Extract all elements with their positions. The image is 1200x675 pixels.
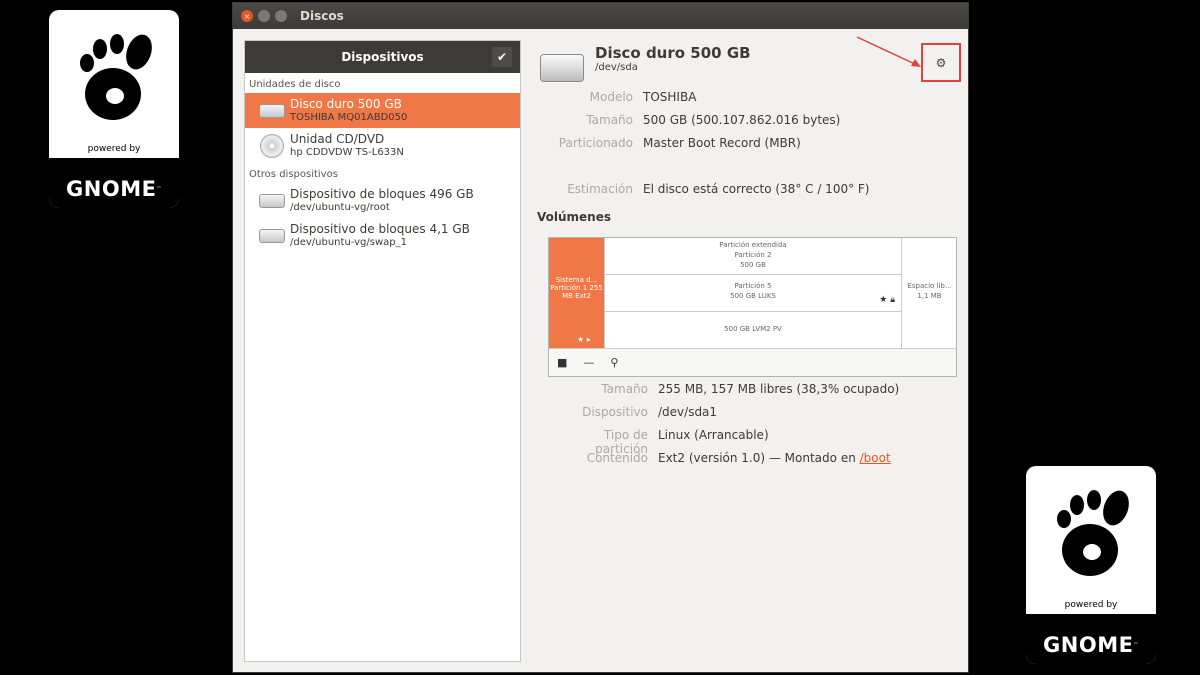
size-value: 500 GB (500.107.862.016 bytes) <box>643 113 841 127</box>
star-icon: ★ ▸ <box>577 335 591 344</box>
device-name: Disco duro 500 GB <box>290 96 402 111</box>
lvm-block[interactable]: 500 GB LVM2 PV <box>604 312 901 348</box>
titlebar: × Discos <box>233 3 968 29</box>
volume-toolbar: ■ — ⚲ <box>549 348 956 376</box>
lock-icon: ★ 🔒︎ <box>879 295 895 305</box>
device-item-block-4-1[interactable]: Dispositivo de bloques 4,1 GB/dev/ubuntu… <box>245 218 520 253</box>
extended-line-2: Partición 2 <box>734 251 772 259</box>
volumes-map: Sistema d... Partición 1 255 MB Ext2 ★ ▸… <box>548 237 957 377</box>
section-other-devices: Otros dispositivos <box>249 169 338 180</box>
hdd-icon <box>540 54 584 82</box>
gnome-foot-icon <box>49 10 179 150</box>
partition-device-value: /dev/sda1 <box>658 405 718 419</box>
maximize-window-button[interactable] <box>275 10 287 22</box>
window-title: Discos <box>300 9 344 23</box>
device-item-hdd-500[interactable]: Disco duro 500 GB TOSHIBA MQ01ABD050 <box>245 93 520 128</box>
powered-by-text: powered by <box>1064 600 1118 610</box>
partition-device-label: Dispositivo <box>582 405 648 419</box>
p5-line-2: 500 GB LUKS <box>730 292 776 300</box>
device-name: Dispositivo de bloques 496 GB <box>290 186 474 201</box>
partitioning-value: Master Boot Record (MBR) <box>643 136 801 150</box>
sidebar-header: Dispositivos ✔ <box>245 41 520 73</box>
model-value: TOSHIBA <box>643 90 697 104</box>
disk-details: Disco duro 500 GB /dev/sda ⚙ Modelo TOSH… <box>533 36 963 662</box>
gnome-foot-icon <box>1026 466 1156 606</box>
model-row: Modelo TOSHIBA <box>533 90 697 104</box>
devices-sidebar: Dispositivos ✔ Unidades de disco Disco d… <box>244 40 521 662</box>
partition-content-row: Contenido Ext2 (versión 1.0) — Montado e… <box>548 451 891 465</box>
check-icon[interactable]: ✔ <box>492 47 512 67</box>
powered-by-text: powered by <box>87 144 141 154</box>
partition-1-label: Sistema d... Partición 1 255 MB Ext2 <box>550 276 603 300</box>
disk-header: Disco duro 500 GB /dev/sda <box>540 44 895 84</box>
device-sub: hp CDDVDW TS-L633N <box>290 146 404 158</box>
gear-icon[interactable]: ⚙ <box>921 43 961 82</box>
gnome-badge: powered by GNOME™ <box>1026 466 1156 664</box>
disks-window: × Discos Dispositivos ✔ Unidades de disc… <box>232 2 969 673</box>
device-sub: /dev/ubuntu-vg/swap_1 <box>290 236 407 248</box>
partition-size-label: Tamaño <box>601 382 648 396</box>
sidebar-title: Dispositivos <box>341 50 424 64</box>
device-name: Unidad CD/DVD <box>290 131 385 146</box>
section-disk-units: Unidades de disco <box>249 79 341 90</box>
model-label: Modelo <box>589 90 633 104</box>
free-line-2: 1,1 MB <box>917 292 942 300</box>
red-arrow-annotation <box>856 36 921 67</box>
free-space-block[interactable]: Espacio lib... 1,1 MB <box>901 238 957 348</box>
disk-title: Disco duro 500 GB <box>595 44 751 62</box>
mount-point-link[interactable]: /boot <box>860 451 891 465</box>
extended-line-1: Partición extendida <box>719 241 787 249</box>
cd-icon <box>257 133 287 159</box>
extended-partition-block[interactable]: Partición extendida Partición 2 500 GB <box>604 238 901 275</box>
partition-content-value: Ext2 (versión 1.0) — Montado en <box>658 451 860 465</box>
partitioning-label: Particionado <box>558 136 633 150</box>
device-sub: /dev/ubuntu-vg/root <box>290 201 390 213</box>
assessment-value: El disco está correcto (38° C / 100° F) <box>643 182 870 196</box>
gnome-wordmark: GNOME™ <box>1026 614 1156 664</box>
p5-line-1: Partición 5 <box>734 282 772 290</box>
size-label: Tamaño <box>586 113 633 127</box>
partitioning-row: Particionado Master Boot Record (MBR) <box>533 136 801 150</box>
device-item-block-496[interactable]: Dispositivo de bloques 496 GB/dev/ubuntu… <box>245 183 520 218</box>
extended-line-3: 500 GB <box>740 261 766 269</box>
gnome-badge: powered by GNOME™ <box>49 10 179 208</box>
gnome-wordmark: GNOME™ <box>49 158 179 208</box>
stop-icon[interactable]: ■ <box>557 356 567 369</box>
size-row: Tamaño 500 GB (500.107.862.016 bytes) <box>533 113 840 127</box>
minimize-window-button[interactable] <box>258 10 270 22</box>
device-item-cd-dvd[interactable]: Unidad CD/DVD hp CDDVDW TS-L633N <box>245 128 520 163</box>
device-name: Dispositivo de bloques 4,1 GB <box>290 221 470 236</box>
disk-device-path: /dev/sda <box>595 62 638 73</box>
partition-size-value: 255 MB, 157 MB libres (38,3% ocupado) <box>658 382 900 396</box>
close-window-button[interactable]: × <box>241 10 253 22</box>
assessment-label: Estimación <box>567 182 633 196</box>
free-line-1: Espacio lib... <box>907 282 952 290</box>
partition-5-block[interactable]: Partición 5 500 GB LUKS ★ 🔒︎ <box>604 275 901 312</box>
hdd-icon <box>257 188 287 214</box>
partition-size-row: Tamaño 255 MB, 157 MB libres (38,3% ocup… <box>548 382 899 396</box>
screen: powered by GNOME™ powered by GNOME™ × Di… <box>0 0 1200 675</box>
partition-content-label: Contenido <box>586 451 648 465</box>
hdd-icon <box>257 98 287 124</box>
settings-key-icon[interactable]: ⚲ <box>610 356 618 369</box>
hdd-icon <box>257 223 287 249</box>
partition-device-row: Dispositivo /dev/sda1 <box>548 405 717 419</box>
partition-1-block[interactable]: Sistema d... Partición 1 255 MB Ext2 ★ ▸ <box>549 238 604 348</box>
volumes-title: Volúmenes <box>537 210 611 224</box>
assessment-row: Estimación El disco está correcto (38° C… <box>533 182 870 196</box>
minus-icon[interactable]: — <box>583 356 594 369</box>
device-sub: TOSHIBA MQ01ABD050 <box>290 111 408 123</box>
